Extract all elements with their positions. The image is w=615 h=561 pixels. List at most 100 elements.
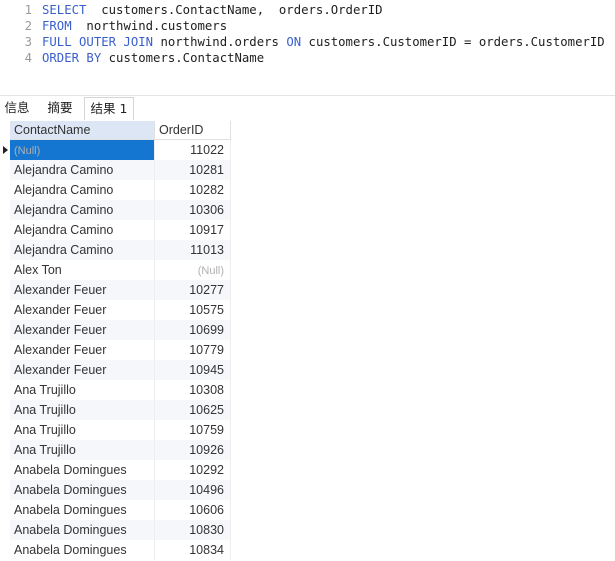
row-marker	[0, 280, 10, 300]
sql-keyword: ORDER BY	[42, 51, 102, 65]
row-marker	[0, 200, 10, 220]
cell-contactname[interactable]: Ana Trujillo	[10, 380, 155, 400]
table-row[interactable]: Alejandra Camino 10306	[0, 200, 231, 220]
cell-orderid[interactable]: 10926	[155, 440, 231, 460]
row-marker	[0, 500, 10, 520]
cell-orderid[interactable]: 11013	[155, 240, 231, 260]
cell-orderid[interactable]: 10834	[155, 540, 231, 560]
cell-orderid[interactable]: 11022	[155, 140, 231, 160]
cell-contactname[interactable]: Anabela Domingues	[10, 480, 155, 500]
row-marker	[0, 380, 10, 400]
cell-contactname[interactable]: Ana Trujillo	[10, 400, 155, 420]
table-row[interactable]: Alexander Feuer 10277	[0, 280, 231, 300]
cell-orderid[interactable]: 10779	[155, 340, 231, 360]
cell-contactname[interactable]: Alexander Feuer	[10, 280, 155, 300]
cell-contactname[interactable]: Anabela Domingues	[10, 540, 155, 560]
line-number: 2	[24, 19, 32, 33]
code-line[interactable]: 2 FROM northwind.customers	[0, 18, 228, 34]
cell-orderid[interactable]: 10606	[155, 500, 231, 520]
line-number: 4	[24, 51, 32, 65]
table-row[interactable]: Ana Trujillo 10625	[0, 400, 231, 420]
cell-orderid[interactable]: 10277	[155, 280, 231, 300]
table-row[interactable]: Ana Trujillo 10308	[0, 380, 231, 400]
cell-orderid[interactable]: 10282	[155, 180, 231, 200]
row-marker	[0, 220, 10, 240]
sql-keyword: FROM	[42, 19, 72, 33]
sql-keyword: FULL OUTER JOIN	[42, 35, 154, 49]
table-row[interactable]: Anabela Domingues 10292	[0, 460, 231, 480]
current-row-arrow-icon	[3, 146, 8, 154]
table-row[interactable]: Alejandra Camino 10917	[0, 220, 231, 240]
row-marker	[0, 300, 10, 320]
table-row[interactable]: Anabela Domingues 10834	[0, 540, 231, 560]
table-row[interactable]: Alexander Feuer 10945	[0, 360, 231, 380]
cell-orderid[interactable]: 10575	[155, 300, 231, 320]
cell-orderid[interactable]: 10308	[155, 380, 231, 400]
cell-orderid[interactable]: 10496	[155, 480, 231, 500]
table-row[interactable]: Alex Ton (Null)	[0, 260, 231, 280]
cell-contactname[interactable]: Alejandra Camino	[10, 200, 155, 220]
null-value: (Null)	[14, 145, 41, 157]
cell-orderid[interactable]: 10759	[155, 420, 231, 440]
cell-contactname[interactable]: Alejandra Camino	[10, 160, 155, 180]
table-row[interactable]: Alexander Feuer 10779	[0, 340, 231, 360]
tab-info[interactable]: 信息	[4, 97, 30, 119]
code-line[interactable]: 1 SELECT customers.ContactName, orders.Or…	[0, 2, 383, 18]
table-row[interactable]: Alejandra Camino 10282	[0, 180, 231, 200]
tab-result-1[interactable]: 结果 1	[84, 97, 134, 120]
cell-orderid[interactable]: 10281	[155, 160, 231, 180]
null-value: (Null)	[197, 265, 224, 277]
sql-text: customers.CustomerID = orders.CustomerID	[301, 35, 605, 49]
column-header-contactname[interactable]: ContactName	[10, 121, 155, 140]
cell-contactname[interactable]: Alejandra Camino	[10, 180, 155, 200]
table-row[interactable]: Alejandra Camino 11013	[0, 240, 231, 260]
cell-contactname[interactable]: Alex Ton	[10, 260, 155, 280]
sql-text: customers.ContactName, orders.OrderID	[86, 3, 383, 17]
code-line[interactable]: 4 ORDER BY customers.ContactName	[0, 50, 265, 66]
cell-orderid[interactable]: 10625	[155, 400, 231, 420]
table-row[interactable]: (Null) 11022	[0, 140, 231, 160]
row-marker	[0, 320, 10, 340]
cell-orderid[interactable]: 10306	[155, 200, 231, 220]
sql-keyword: ON	[286, 35, 302, 49]
row-marker	[0, 540, 10, 560]
table-row[interactable]: Alejandra Camino 10281	[0, 160, 231, 180]
tab-summary[interactable]: 摘要	[44, 97, 76, 119]
cell-contactname[interactable]: Alexander Feuer	[10, 360, 155, 380]
cell-contactname[interactable]: Alejandra Camino	[10, 240, 155, 260]
table-row[interactable]: Ana Trujillo 10759	[0, 420, 231, 440]
table-row[interactable]: Anabela Domingues 10606	[0, 500, 231, 520]
row-marker	[0, 240, 10, 260]
cell-contactname[interactable]: Alexander Feuer	[10, 320, 155, 340]
code-line[interactable]: 3 FULL OUTER JOIN northwind.orders ON cus…	[0, 34, 605, 50]
cell-contactname[interactable]: (Null)	[10, 140, 155, 160]
cell-contactname[interactable]: Alexander Feuer	[10, 300, 155, 320]
column-header-orderid[interactable]: OrderID	[155, 121, 231, 140]
table-row[interactable]: Ana Trujillo 10926	[0, 440, 231, 460]
cell-contactname[interactable]: Anabela Domingues	[10, 520, 155, 540]
cell-contactname[interactable]: Anabela Domingues	[10, 460, 155, 480]
cell-contactname[interactable]: Ana Trujillo	[10, 420, 155, 440]
sql-text: customers.ContactName	[101, 51, 265, 65]
cell-orderid[interactable]: 10945	[155, 360, 231, 380]
cell-contactname[interactable]: Alejandra Camino	[10, 220, 155, 240]
sql-editor[interactable]: 1 SELECT customers.ContactName, orders.Or…	[0, 0, 615, 94]
row-marker	[0, 260, 10, 280]
cell-orderid[interactable]: (Null)	[155, 260, 231, 280]
cell-contactname[interactable]: Anabela Domingues	[10, 500, 155, 520]
cell-contactname[interactable]: Alexander Feuer	[10, 340, 155, 360]
cell-contactname[interactable]: Ana Trujillo	[10, 440, 155, 460]
cell-orderid[interactable]: 10699	[155, 320, 231, 340]
cell-orderid[interactable]: 10830	[155, 520, 231, 540]
cell-orderid[interactable]: 10917	[155, 220, 231, 240]
row-marker	[0, 160, 10, 180]
cell-orderid[interactable]: 10292	[155, 460, 231, 480]
line-number: 3	[24, 35, 32, 49]
table-row[interactable]: Alexander Feuer 10575	[0, 300, 231, 320]
table-row[interactable]: Anabela Domingues 10830	[0, 520, 231, 540]
table-row[interactable]: Anabela Domingues 10496	[0, 480, 231, 500]
row-marker	[0, 180, 10, 200]
row-marker	[0, 460, 10, 480]
row-marker	[0, 420, 10, 440]
table-row[interactable]: Alexander Feuer 10699	[0, 320, 231, 340]
